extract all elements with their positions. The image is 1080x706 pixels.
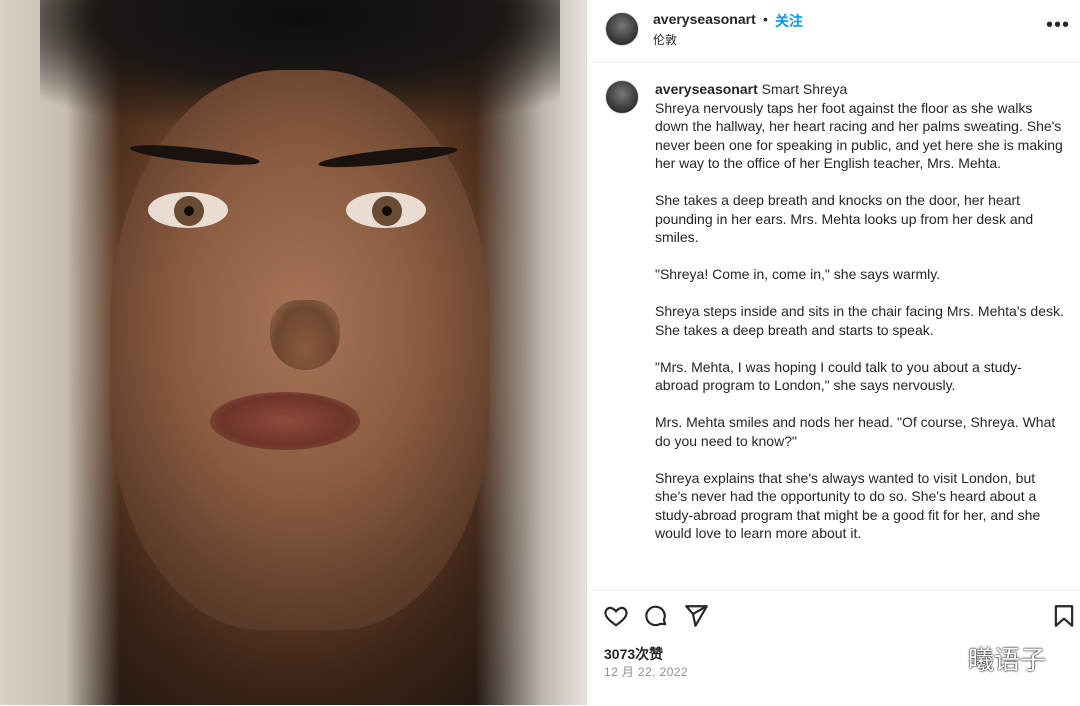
lips [210, 392, 360, 450]
caption-text: averyseasonart Smart Shreya Shreya nervo… [655, 80, 1065, 561]
more-options-icon[interactable]: ••• [1046, 14, 1070, 37]
separator-dot: • [763, 11, 768, 27]
heart-icon[interactable] [603, 603, 629, 629]
comment-icon[interactable] [643, 603, 669, 629]
caption-avatar[interactable] [605, 80, 639, 114]
avatar[interactable] [605, 12, 639, 46]
watermark: 曦语子 [912, 640, 1072, 676]
caption-paragraph: She takes a deep breath and knocks on th… [655, 192, 1034, 245]
caption-paragraph: Shreya nervously taps her foot against t… [655, 99, 1063, 172]
username-link[interactable]: averyseasonart [653, 11, 756, 27]
post-image[interactable] [0, 0, 586, 705]
right-eye [346, 192, 426, 228]
likes-count[interactable]: 3073次赞 [604, 644, 663, 664]
bookmark-icon[interactable] [1051, 603, 1077, 629]
caption-paragraph: Shreya explains that she's always wanted… [655, 469, 1041, 542]
wechat-icon [913, 646, 951, 672]
post-date: 12 月 22, 2022 [604, 665, 688, 679]
caption-paragraph: "Mrs. Mehta, I was hoping I could talk t… [655, 358, 1022, 394]
caption-paragraph: Mrs. Mehta smiles and nods her head. "Of… [655, 414, 1056, 449]
location-link[interactable]: 伦敦 [653, 31, 677, 48]
nose [270, 300, 340, 370]
watermark-text: 曦语子 [968, 646, 1047, 676]
caption-username[interactable]: averyseasonart [655, 81, 758, 97]
caption-title: Smart Shreya [761, 81, 848, 97]
follow-button[interactable]: 关注 [775, 11, 803, 31]
caption-paragraph: "Shreya! Come in, come in," she says war… [655, 266, 941, 282]
post-header: averyseasonart • 关注 伦敦 ••• [587, 0, 1080, 63]
caption-section: averyseasonart Smart Shreya Shreya nervo… [587, 62, 1080, 590]
caption-paragraph: Shreya steps inside and sits in the chai… [655, 303, 1064, 338]
send-icon[interactable] [683, 603, 709, 629]
left-eye [148, 192, 228, 228]
